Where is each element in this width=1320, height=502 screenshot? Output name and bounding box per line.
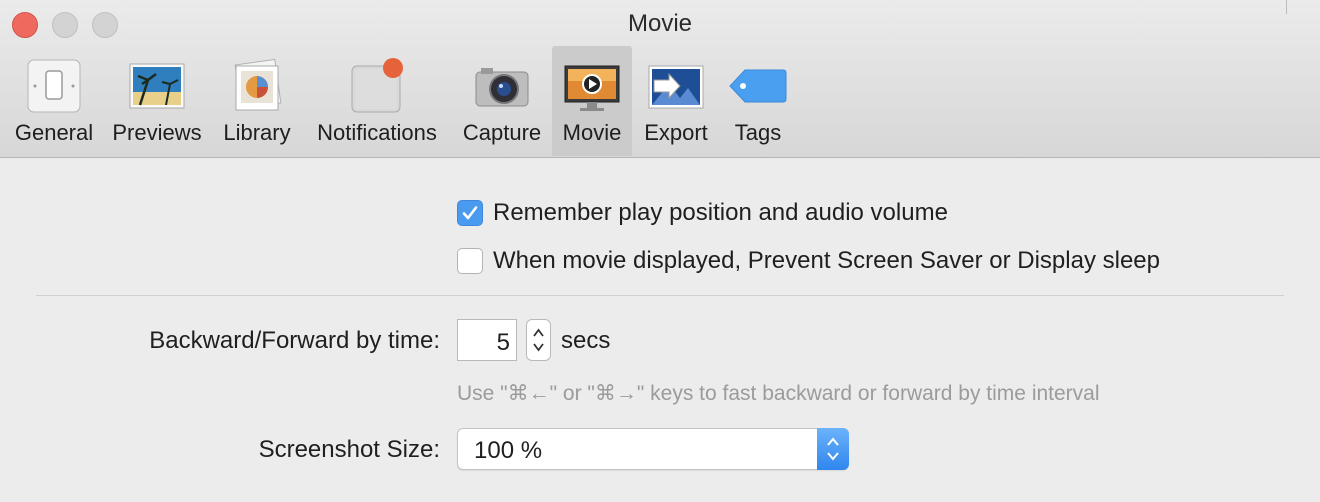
section-divider: [36, 295, 1284, 296]
seek-interval-label: Backward/Forward by time:: [149, 327, 440, 354]
remember-position-checkbox[interactable]: [457, 200, 483, 226]
remember-position-label[interactable]: Remember play position and audio volume: [493, 199, 948, 227]
screenshot-size-value: 100 %: [474, 437, 543, 464]
movie-player-icon: [563, 58, 621, 114]
tab-capture-label: Capture: [462, 120, 542, 145]
checkmark-icon: [462, 206, 478, 220]
select-arrows-icon: [817, 428, 849, 470]
notifications-badge-icon: [348, 58, 406, 114]
tab-tags-label: Tags: [734, 120, 782, 145]
tab-notifications[interactable]: Notifications: [304, 46, 450, 156]
photo-library-icon: [228, 58, 286, 114]
seek-interval-unit: secs: [561, 327, 611, 354]
screenshot-size-select[interactable]: 100 %: [457, 428, 849, 470]
prevent-sleep-checkbox[interactable]: [457, 248, 483, 274]
tab-library[interactable]: Library: [214, 46, 300, 156]
tab-capture[interactable]: Capture: [454, 46, 550, 156]
window-title: Movie: [627, 10, 693, 37]
tab-general-label: General: [14, 120, 94, 145]
light-switch-icon: [25, 58, 83, 114]
tab-tags[interactable]: Tags: [722, 46, 794, 156]
screenshot-size-label: Screenshot Size:: [258, 436, 440, 463]
tag-icon: [729, 58, 787, 114]
tab-movie[interactable]: Movie: [552, 46, 632, 156]
seek-interval-input[interactable]: 5: [457, 319, 517, 361]
beach-photo-icon: [128, 58, 186, 114]
tab-general[interactable]: General: [8, 46, 100, 156]
tab-notifications-label: Notifications: [317, 120, 437, 145]
prevent-sleep-label[interactable]: When movie displayed, Prevent Screen Sav…: [493, 247, 1160, 275]
tab-library-label: Library: [223, 120, 291, 145]
tab-previews-label: Previews: [112, 120, 202, 145]
tab-export[interactable]: Export: [636, 46, 716, 156]
seek-interval-hint: Use "⌘←" or "⌘→" keys to fast backward o…: [457, 382, 1100, 405]
preferences-window: Movie General Previews Library Notificat…: [0, 0, 1320, 502]
title-toolbar: Movie General Previews Library Notificat…: [0, 0, 1320, 158]
stepper-arrows-icon: [533, 328, 544, 352]
camera-icon: [473, 58, 531, 114]
tab-movie-label: Movie: [562, 120, 622, 145]
tab-previews[interactable]: Previews: [104, 46, 210, 156]
seek-interval-stepper[interactable]: [526, 319, 551, 361]
export-arrow-icon: [647, 58, 705, 114]
edge-divider: [1286, 0, 1287, 14]
tab-export-label: Export: [644, 120, 708, 145]
